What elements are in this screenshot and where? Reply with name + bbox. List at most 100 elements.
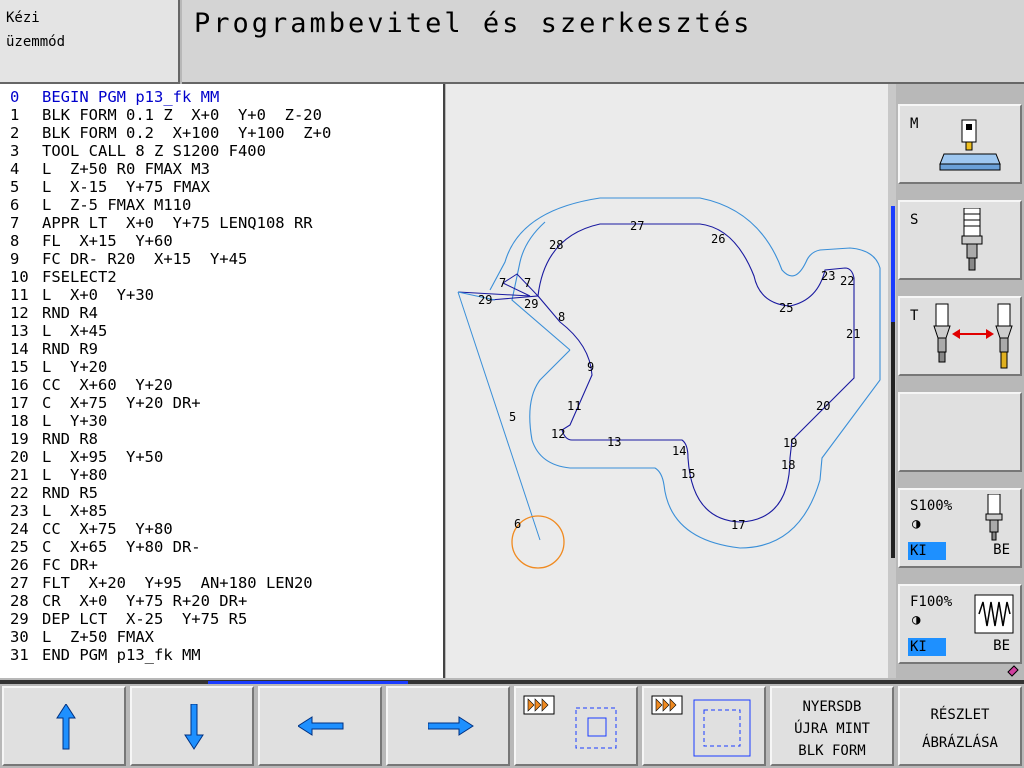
machine-icon	[939, 119, 1001, 171]
cursor-right-button[interactable]	[386, 686, 510, 766]
line-code: CC X+75 Y+80	[42, 520, 173, 538]
program-line[interactable]: 10 FSELECT2	[10, 268, 117, 286]
line-code: BLK FORM 0.2 X+100 Y+100 Z+0	[42, 124, 332, 142]
reset-blk-form-button[interactable]: NYERSDB ÚJRA MINT BLK FORM	[770, 686, 894, 766]
line-number: 0	[10, 88, 20, 106]
show-detail-button[interactable]: RÉSZLET ÁBRÁZLÁSA	[898, 686, 1022, 766]
program-line[interactable]: 16 CC X+60 Y+20	[10, 376, 173, 394]
program-line[interactable]: 31 END PGM p13_fk MM	[10, 646, 201, 664]
program-line[interactable]: 19 RND R8	[10, 430, 98, 448]
line-code: TOOL CALL 8 Z S1200 F400	[42, 142, 266, 160]
program-line[interactable]: 17 C X+75 Y+20 DR+	[10, 394, 201, 412]
program-line[interactable]: 1 BLK FORM 0.1 Z X+0 Y+0 Z-20	[10, 106, 322, 124]
program-line[interactable]: 20 L X+95 Y+50	[10, 448, 163, 466]
program-line[interactable]: 13 L X+45	[10, 322, 107, 340]
program-line[interactable]: 24 CC X+75 Y+80	[10, 520, 173, 538]
line-code: L X+85	[42, 502, 108, 520]
contour-label: 14	[672, 444, 686, 458]
zoom-in-button[interactable]	[514, 686, 638, 766]
program-listing[interactable]: 0 BEGIN PGM p13_fk MM 1 BLK FORM 0.1 Z X+0 …	[0, 84, 445, 678]
softkey-t-label: T	[910, 308, 919, 324]
softkey-m-functions[interactable]: M	[898, 104, 1022, 184]
line-code: DEP LCT X-25 Y+75 R5	[42, 610, 248, 628]
line-number: 7	[10, 214, 20, 232]
contour-label: 9	[587, 360, 594, 374]
tool-change-icon	[933, 303, 1013, 369]
feed-off-indicator: KI	[908, 638, 946, 656]
program-line[interactable]: 23 L X+85	[10, 502, 107, 520]
program-line[interactable]: 25 C X+65 Y+80 DR-	[10, 538, 201, 556]
program-line[interactable]: 4 L Z+50 R0 FMAX M3	[10, 160, 210, 178]
line-number: 15	[10, 358, 29, 376]
arrow-left-icon	[298, 716, 344, 736]
line-code: L X+0 Y+30	[42, 286, 154, 304]
line-number: 22	[10, 484, 29, 502]
softkey-spindle-override[interactable]: S100% ◑ KI BE	[898, 488, 1022, 568]
program-line[interactable]: 14 RND R9	[10, 340, 98, 358]
line-number: 20	[10, 448, 29, 466]
line-code: L Y+80	[42, 466, 108, 484]
program-line[interactable]: 28 CR X+0 Y+75 R+20 DR+	[10, 592, 247, 610]
line-number: 17	[10, 394, 29, 412]
softkey-m-label: M	[910, 116, 919, 132]
program-line[interactable]: 5 L X-15 Y+75 FMAX	[10, 178, 210, 196]
program-line[interactable]: 22 RND R5	[10, 484, 98, 502]
program-line[interactable]: 3 TOOL CALL 8 Z S1200 F400	[10, 142, 266, 160]
softkey-bar-indicator	[208, 681, 408, 684]
line-code: FL X+15 Y+60	[42, 232, 173, 250]
program-line[interactable]: 15 L Y+20	[10, 358, 107, 376]
line-number: 29	[10, 610, 29, 628]
program-line[interactable]: 26 FC DR+	[10, 556, 98, 574]
cursor-down-button[interactable]	[130, 686, 254, 766]
program-line[interactable]: 7 APPR LT X+0 Y+75 LENQ108 RR	[10, 214, 313, 232]
program-line[interactable]: 9 FC DR- R20 X+15 Y+45	[10, 250, 247, 268]
program-line[interactable]: 6 L Z-5 FMAX M110	[10, 196, 191, 214]
softkey-feed-override[interactable]: F100% ◑ KI BE	[898, 584, 1022, 664]
line-number: 27	[10, 574, 29, 592]
line-number: 16	[10, 376, 29, 394]
line-code: L Z+50 FMAX	[42, 628, 154, 646]
softkey-empty[interactable]	[898, 392, 1022, 472]
program-line[interactable]: 0 BEGIN PGM p13_fk MM	[10, 88, 219, 106]
line-code: C X+75 Y+20 DR+	[42, 394, 201, 412]
feed-on-label: BE	[993, 638, 1010, 654]
cursor-up-button[interactable]	[2, 686, 126, 766]
program-line[interactable]: 27 FLT X+20 Y+95 AN+180 LEN20	[10, 574, 313, 592]
program-line[interactable]: 21 L Y+80	[10, 466, 107, 484]
softkey-t-tool[interactable]: T	[898, 296, 1022, 376]
line-code: RND R8	[42, 430, 98, 448]
program-line[interactable]: 8 FL X+15 Y+60	[10, 232, 173, 250]
line-code: FLT X+20 Y+95 AN+180 LEN20	[42, 574, 313, 592]
spindle-on-label: BE	[993, 542, 1010, 558]
line-number: 26	[10, 556, 29, 574]
line-code: FSELECT2	[42, 268, 117, 286]
softkey-page-track	[891, 322, 895, 558]
line-code: CC X+60 Y+20	[42, 376, 173, 394]
program-line[interactable]: 11 L X+0 Y+30	[10, 286, 154, 304]
detail-line-2: ÁBRÁZLÁSA	[922, 735, 998, 751]
eraser-icon	[1007, 665, 1019, 677]
program-line[interactable]: 2 BLK FORM 0.2 X+100 Y+100 Z+0	[10, 124, 331, 142]
line-number: 2	[10, 124, 20, 142]
line-number: 3	[10, 142, 20, 160]
softkey-s-spindle[interactable]: S	[898, 200, 1022, 280]
softkey-bar-separator	[0, 680, 1024, 684]
line-code: FC DR- R20 X+15 Y+45	[42, 250, 248, 268]
program-line[interactable]: 29 DEP LCT X-25 Y+75 R5	[10, 610, 247, 628]
cursor-left-button[interactable]	[258, 686, 382, 766]
arrow-right-icon	[428, 716, 474, 736]
program-line[interactable]: 18 L Y+30	[10, 412, 107, 430]
mode-line-1: Kézi	[6, 10, 40, 26]
operating-mode-box: Kézi üzemmód	[0, 0, 180, 84]
line-number: 18	[10, 412, 29, 430]
line-code: BEGIN PGM p13_fk MM	[42, 88, 220, 106]
contour-label: 19	[783, 436, 797, 450]
contour-label: 27	[630, 219, 644, 233]
contour-label: 29	[478, 293, 492, 307]
contour-label: 11	[567, 399, 581, 413]
zoom-out-button[interactable]	[642, 686, 766, 766]
contour-graphic: 27 26 28 7 7 23 22 29 29 25 8 21 9 20 11…	[446, 84, 888, 678]
program-line[interactable]: 30 L Z+50 FMAX	[10, 628, 154, 646]
program-line[interactable]: 12 RND R4	[10, 304, 98, 322]
contour-label: 28	[549, 238, 563, 252]
